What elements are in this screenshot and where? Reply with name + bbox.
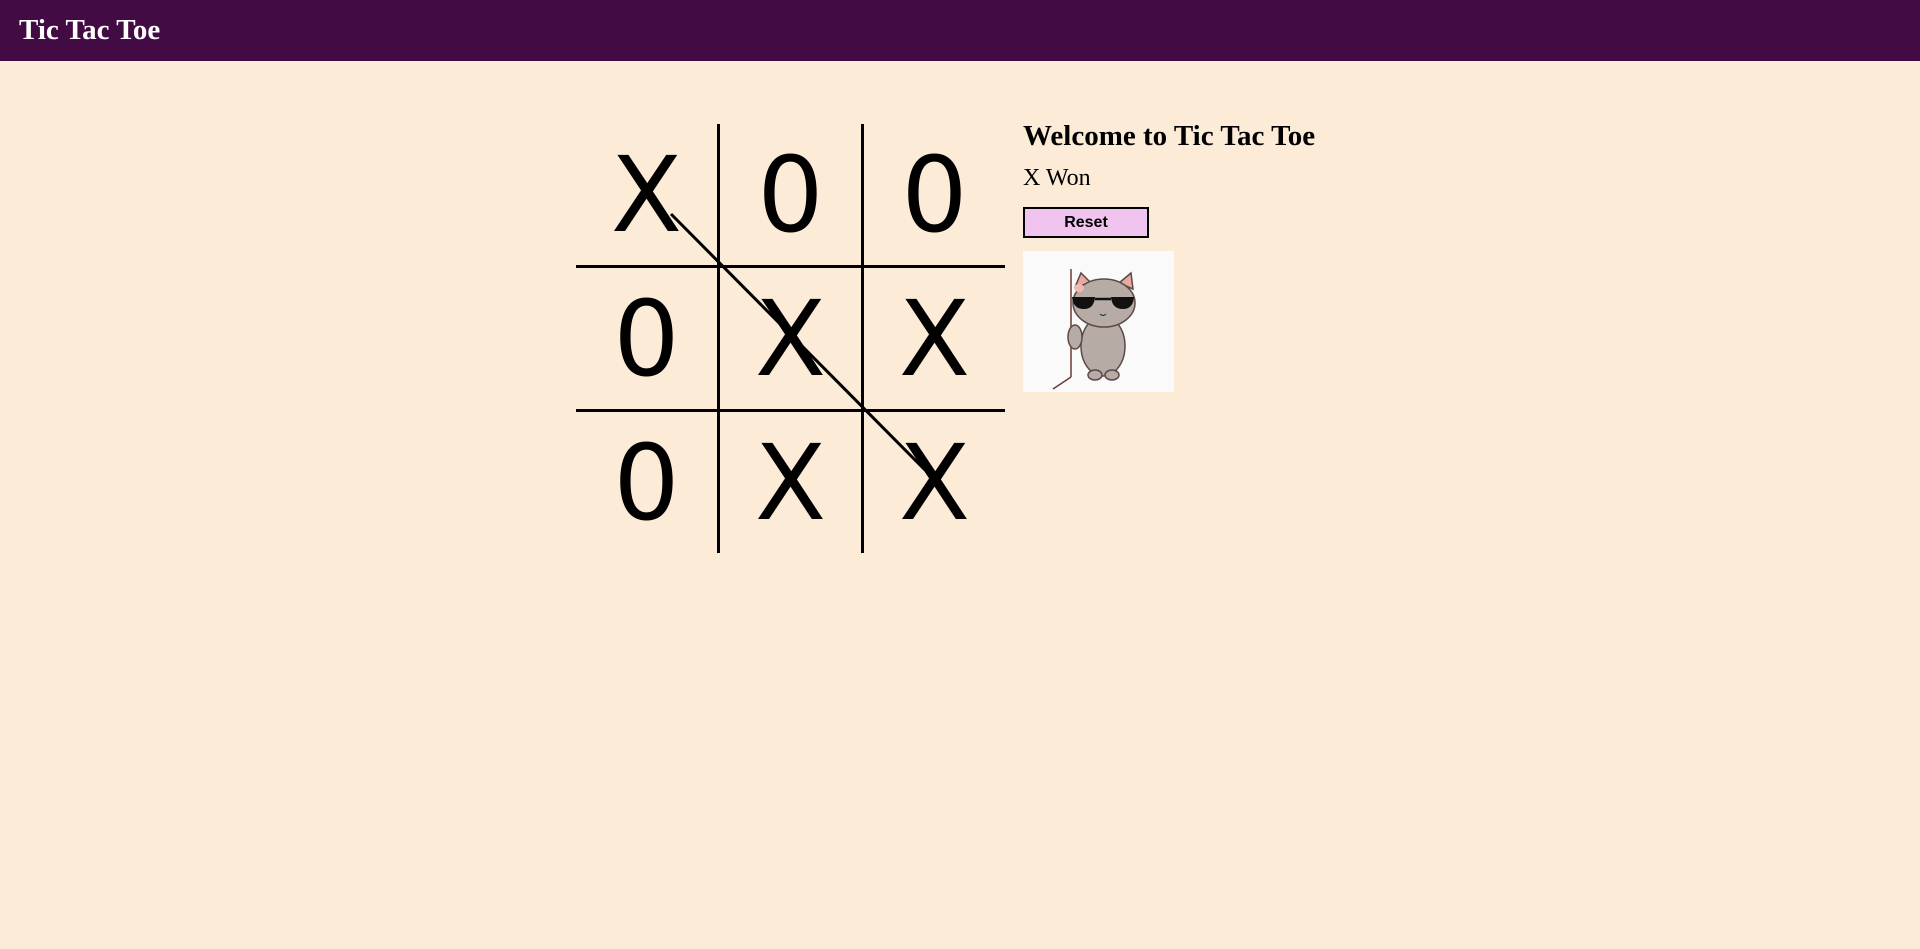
cell-mark: 0 bbox=[757, 133, 824, 256]
reset-button[interactable]: Reset bbox=[1023, 207, 1149, 238]
board-cell-4[interactable]: X bbox=[720, 268, 864, 412]
board-cell-8[interactable]: X bbox=[864, 412, 1005, 553]
board-cell-2[interactable]: 0 bbox=[864, 124, 1005, 268]
game-status: X Won bbox=[1023, 165, 1091, 191]
cell-mark: X bbox=[898, 421, 971, 544]
welcome-heading: Welcome to Tic Tac Toe bbox=[1023, 120, 1316, 152]
app-title: Tic Tac Toe bbox=[19, 14, 161, 46]
cat-with-sunglasses-icon bbox=[1052, 269, 1136, 390]
navbar: Tic Tac Toe bbox=[0, 0, 1920, 61]
game-board: X 0 0 0 X X 0 X X bbox=[576, 124, 1005, 553]
board-cell-1[interactable]: 0 bbox=[720, 124, 864, 268]
info-panel: Welcome to Tic Tac Toe X Won Reset bbox=[1023, 120, 1315, 392]
board-cell-7[interactable]: X bbox=[720, 412, 864, 553]
board-cell-0[interactable]: X bbox=[576, 124, 720, 268]
cell-mark: X bbox=[754, 421, 827, 544]
winner-gif bbox=[1023, 251, 1174, 392]
board-cell-5[interactable]: X bbox=[864, 268, 1005, 412]
cell-mark: 0 bbox=[901, 133, 968, 256]
cell-mark: X bbox=[754, 277, 827, 400]
cell-mark: 0 bbox=[613, 277, 680, 400]
board-cell-3[interactable]: 0 bbox=[576, 268, 720, 412]
board-cell-6[interactable]: 0 bbox=[576, 412, 720, 553]
cell-mark: 0 bbox=[613, 421, 680, 544]
cell-mark: X bbox=[898, 277, 971, 400]
cell-mark: X bbox=[610, 133, 683, 256]
